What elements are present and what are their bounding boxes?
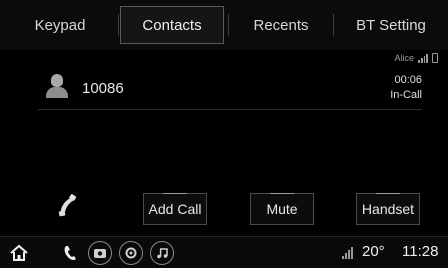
tab-divider bbox=[228, 14, 229, 36]
tab-recents[interactable]: Recents bbox=[236, 6, 326, 44]
bt-signal-icon bbox=[342, 247, 356, 259]
add-call-button[interactable]: Add Call bbox=[143, 193, 207, 225]
settings-icon[interactable] bbox=[119, 241, 143, 265]
tab-keypad[interactable]: Keypad bbox=[18, 6, 102, 44]
music-icon[interactable] bbox=[150, 241, 174, 265]
tab-bar: Keypad Contacts Recents BT Setting bbox=[0, 0, 448, 50]
handset-button[interactable]: Handset bbox=[356, 193, 420, 225]
signal-bars-icon bbox=[418, 53, 428, 63]
tab-bt-setting[interactable]: BT Setting bbox=[340, 6, 442, 44]
call-duration: 00:06 bbox=[394, 74, 422, 86]
end-call-handset-icon[interactable] bbox=[52, 190, 84, 222]
device-name: Alice bbox=[394, 53, 414, 63]
tab-divider bbox=[333, 14, 334, 36]
camera-icon[interactable] bbox=[88, 241, 112, 265]
mute-button[interactable]: Mute bbox=[250, 193, 314, 225]
tab-contacts[interactable]: Contacts bbox=[120, 6, 224, 44]
contact-avatar-icon bbox=[46, 74, 68, 98]
phone-icon[interactable] bbox=[58, 241, 82, 265]
phone-battery-icon bbox=[432, 53, 438, 63]
temperature: 20° bbox=[362, 243, 385, 260]
home-icon[interactable] bbox=[6, 241, 32, 265]
device-status: Alice bbox=[394, 53, 438, 63]
bottom-bar: 20° 11:28 bbox=[0, 236, 448, 268]
active-call-row: 10086 00:06 In-Call bbox=[38, 66, 422, 110]
caller-number: 10086 bbox=[82, 80, 124, 97]
clock: 11:28 bbox=[402, 243, 439, 260]
call-state: In-Call bbox=[390, 89, 422, 101]
tab-divider bbox=[118, 14, 119, 36]
